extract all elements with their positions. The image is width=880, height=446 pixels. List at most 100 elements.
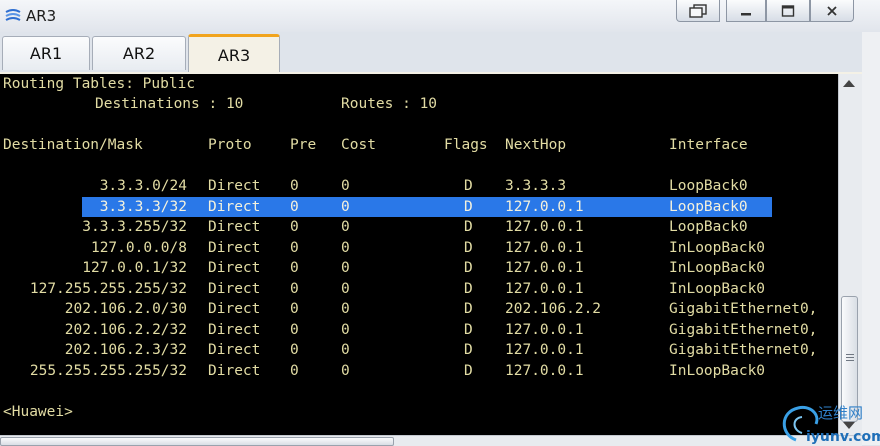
grip-icon bbox=[846, 354, 854, 355]
vertical-scrollbar[interactable] bbox=[838, 74, 863, 435]
column-header: Flags bbox=[444, 137, 488, 153]
table-cell: 0 bbox=[341, 342, 350, 358]
table-cell: 0 bbox=[290, 362, 299, 379]
restore-button[interactable] bbox=[676, 0, 720, 22]
table-cell: 255.255.255.255/32 bbox=[29, 362, 187, 379]
table-cell: Direct bbox=[208, 280, 261, 297]
table-row[interactable]: 3.3.3.255/32 Direct 0 0 D 127.0.0.1 LoopBack0 bbox=[0, 217, 838, 237]
table-cell: 0 bbox=[290, 239, 299, 256]
table-cell: 0 bbox=[341, 239, 350, 256]
column-header: Proto bbox=[208, 137, 252, 153]
table-header: Destination/Mask Proto Pre Cost Flags Ne… bbox=[0, 135, 838, 155]
table-cell: D bbox=[464, 260, 473, 276]
table-cell: 0 bbox=[290, 342, 299, 358]
table-cell: 127.255.255.255/32 bbox=[29, 280, 187, 297]
table-cell: InLoopBack0 bbox=[669, 362, 766, 379]
table-cell: D bbox=[464, 321, 473, 338]
table-cell: 127.0.0.1 bbox=[505, 198, 584, 215]
table-cell: D bbox=[464, 280, 473, 297]
column-header: Destination/Mask bbox=[3, 137, 143, 153]
routing-table-heading: Routing Tables: Public bbox=[3, 76, 196, 92]
table-row[interactable]: 202.106.2.0/30 Direct 0 0 D 202.106.2.2 Gigabi… bbox=[0, 299, 838, 319]
table-cell: 0 bbox=[341, 260, 350, 276]
table-cell: 0 bbox=[290, 260, 299, 276]
table-cell: D bbox=[464, 362, 473, 379]
table-cell: 0 bbox=[290, 219, 299, 235]
table-cell: GigabitEthernet0, bbox=[669, 342, 818, 358]
table-row[interactable]: 202.106.2.2/32 Direct 0 0 D 127.0.0.1 GigabitE… bbox=[0, 320, 838, 340]
table-cell: 0 bbox=[341, 219, 350, 235]
table-cell: 0 bbox=[290, 198, 299, 215]
table-cell: D bbox=[464, 301, 473, 317]
table-cell: 127.0.0.1 bbox=[505, 362, 584, 379]
table-cell: 3.3.3.3 bbox=[505, 178, 567, 194]
table-cell: Direct bbox=[208, 301, 261, 317]
table-cell: D bbox=[464, 239, 473, 256]
minimize-button[interactable] bbox=[726, 0, 766, 22]
column-header: NextHop bbox=[505, 137, 567, 153]
grip-icon bbox=[846, 357, 854, 358]
table-cell: 127.0.0.1 bbox=[505, 219, 584, 235]
table-row[interactable]: 3.3.3.0/24 Direct 0 0 D 3.3.3.3 LoopBack0 bbox=[0, 176, 838, 196]
tab-ar3[interactable]: AR3 bbox=[188, 34, 280, 74]
tab-ar1[interactable]: AR1 bbox=[2, 36, 90, 70]
table-cell: 0 bbox=[290, 321, 299, 338]
title-bar: AR3 bbox=[0, 0, 880, 32]
table-cell: 127.0.0.1 bbox=[505, 260, 584, 276]
table-cell: Direct bbox=[208, 239, 261, 256]
table-cell: 0 bbox=[341, 362, 350, 379]
table-cell: 202.106.2.2/32 bbox=[64, 321, 187, 338]
table-row[interactable]: 255.255.255.255/32 Direct 0 0 D 127.0.0.1 InLo… bbox=[0, 361, 838, 381]
scroll-up-icon[interactable] bbox=[843, 80, 855, 87]
horizontal-scrollbar[interactable] bbox=[0, 435, 862, 446]
table-cell: 0 bbox=[290, 280, 299, 297]
minimize-icon bbox=[741, 12, 751, 15]
table-cell: D bbox=[464, 342, 473, 358]
terminal-output[interactable]: Routing Tables: Public Destinations : 10… bbox=[0, 74, 838, 435]
table-cell: D bbox=[464, 198, 473, 215]
table-cell: Direct bbox=[208, 260, 261, 276]
table-cell: Direct bbox=[208, 198, 261, 215]
table-cell: 127.0.0.0/8 bbox=[90, 239, 187, 256]
watermark-url: iyunv.com bbox=[806, 429, 880, 445]
table-cell: 127.0.0.1 bbox=[505, 280, 584, 297]
tab-bar: AR1 AR2 AR3 bbox=[0, 32, 880, 74]
close-icon bbox=[827, 5, 837, 16]
table-cell: 0 bbox=[341, 301, 350, 317]
table-cell: 0 bbox=[341, 178, 350, 194]
table-row[interactable]: 202.106.2.3/32 Direct 0 0 D 127.0.0.1 GigabitE… bbox=[0, 340, 838, 360]
table-cell: GigabitEthernet0, bbox=[669, 301, 818, 317]
table-cell: Direct bbox=[208, 321, 261, 338]
table-row[interactable]: 127.0.0.1/32 Direct 0 0 D 127.0.0.1 InLoopBack… bbox=[0, 258, 838, 278]
table-cell: 3.3.3.3/32 bbox=[99, 198, 187, 215]
column-header: Cost bbox=[341, 137, 376, 153]
table-cell: LoopBack0 bbox=[669, 178, 748, 194]
table-cell: 3.3.3.255/32 bbox=[82, 219, 187, 235]
table-cell: 0 bbox=[290, 178, 299, 194]
table-cell: LoopBack0 bbox=[669, 198, 748, 215]
grip-icon bbox=[846, 360, 854, 361]
routes-count: Routes : 10 bbox=[341, 96, 438, 112]
table-cell: 0 bbox=[341, 198, 350, 215]
close-button[interactable] bbox=[810, 0, 854, 22]
table-cell: GigabitEthernet0, bbox=[669, 321, 818, 338]
table-row[interactable]: 127.255.255.255/32 Direct 0 0 D 127.0.0.1 InLo… bbox=[0, 279, 838, 299]
table-cell: 0 bbox=[341, 321, 350, 338]
table-cell: Direct bbox=[208, 178, 261, 194]
table-cell: 127.0.0.1 bbox=[505, 239, 584, 256]
maximize-button[interactable] bbox=[766, 0, 810, 22]
table-cell: 127.0.0.1/32 bbox=[82, 260, 187, 276]
table-row[interactable]: 3.3.3.3/32 Direct 0 0 D 127.0.0.1 LoopBack0 bbox=[0, 197, 838, 217]
restore-icon bbox=[689, 3, 707, 18]
table-cell: 0 bbox=[341, 280, 350, 297]
table-cell: 0 bbox=[290, 301, 299, 317]
table-cell: D bbox=[464, 219, 473, 235]
table-cell: InLoopBack0 bbox=[669, 280, 766, 297]
table-cell: Direct bbox=[208, 342, 261, 358]
table-cell: 3.3.3.0/24 bbox=[99, 178, 187, 194]
cli-prompt[interactable]: <Huawei> bbox=[3, 402, 73, 422]
tab-ar2[interactable]: AR2 bbox=[92, 36, 186, 70]
table-row[interactable]: 127.0.0.0/8 Direct 0 0 D 127.0.0.1 InLoopBack0 bbox=[0, 238, 838, 258]
column-header: Pre bbox=[290, 137, 317, 153]
maximize-icon bbox=[781, 4, 795, 17]
